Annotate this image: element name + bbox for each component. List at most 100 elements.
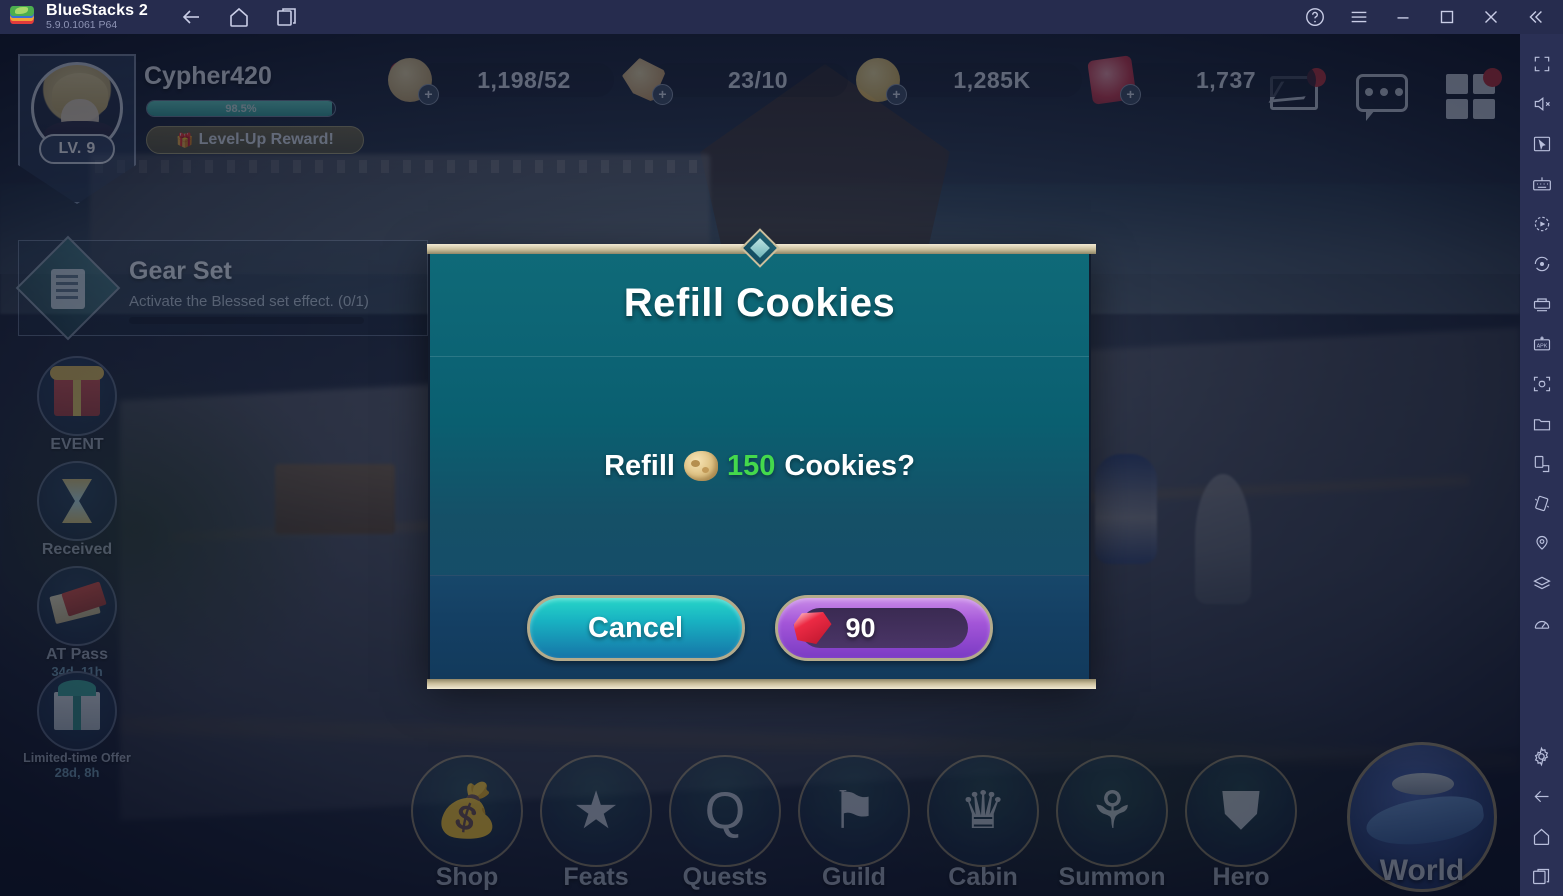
svg-text:APK: APK [1536,343,1547,349]
record-tool[interactable] [1520,244,1563,284]
nav-cabin-label: Cabin [948,863,1018,891]
performance-tool[interactable] [1520,604,1563,644]
nav-cabin[interactable]: ♛ Cabin [920,755,1046,892]
app-version: 5.9.0.1061 P64 [46,19,118,32]
at-pass-item[interactable]: AT Pass 34d, 11h [22,566,132,679]
level-up-reward-button[interactable]: 🎁 Level-Up Reward! [146,126,364,154]
android-home-tool[interactable] [1520,816,1563,856]
summon-icon: ⚘ [1056,755,1168,867]
refill-cookies-dialog: Refill Cookies Refill 150 Cookies? Cance… [427,228,1096,689]
titlebar-text: BlueStacks 2 5.9.0.1061 P64 [46,1,149,32]
world-button[interactable]: World [1344,742,1500,892]
cookie-icon [683,451,718,481]
multi-instance-tool[interactable] [1520,284,1563,324]
world-button-label: World [1379,854,1465,887]
nav-guild[interactable]: ⚑ Guild [791,755,917,892]
dialog-message-suffix: Cookies? [784,449,915,482]
titlebar-nav-buttons [174,3,304,31]
dialog-footer: Cancel 90 [430,575,1089,680]
screenshot-tool[interactable] [1520,364,1563,404]
app-name: BlueStacks 2 [46,1,149,19]
nav-hero-label: Hero [1212,863,1270,891]
arrows-currency[interactable]: + 23/10 [622,58,848,105]
dialog-bottom-border [427,679,1096,689]
dialog-message-prefix: Refill [604,449,675,482]
nav-shop-label: Shop [435,863,499,891]
player-level-badge: LV. 9 [39,134,115,164]
chat-icon[interactable] [1354,70,1410,121]
maximize-button[interactable] [1427,1,1467,33]
help-button[interactable] [1295,1,1335,33]
level-up-reward-label: Level-Up Reward! [198,131,334,148]
gold-currency[interactable]: + 1,285K [856,58,1082,105]
macro-recorder-tool[interactable] [1520,204,1563,244]
gear-set-title: Gear Set [129,257,232,285]
received-item[interactable]: Received [22,461,132,566]
close-button[interactable] [1471,1,1511,33]
nav-summon[interactable]: ⚘ Summon [1049,755,1175,892]
bluestacks-window: LV. 9 Cypher420 98.5% 🎁 Level-Up Reward!… [0,0,1563,896]
cookies-pill: 1,198/52 [418,63,614,97]
media-manager-tool[interactable] [1520,404,1563,444]
player-card[interactable]: LV. 9 Cypher420 98.5% 🎁 Level-Up Reward! [18,48,418,208]
bluestacks-logo-icon [9,5,35,29]
gems-currency[interactable]: + 1,737 [1087,55,1316,105]
limited-time-offer-item[interactable]: Limited-time Offer 28d, 8h [22,671,132,780]
android-recents-tool[interactable] [1520,856,1563,896]
collapse-sidebar-button[interactable] [1515,1,1555,33]
nav-summon-label: Summon [1058,863,1166,891]
shake-tool[interactable] [1520,484,1563,524]
nav-feats[interactable]: ★ Feats [533,755,659,892]
limited-time-offer-timer: 28d, 8h [54,765,100,780]
mute-tool[interactable] [1520,84,1563,124]
dialog-title: Refill Cookies [623,280,896,325]
shop-icon: 💰 [411,755,523,867]
gear-set-banner[interactable]: Gear Set Activate the Blessed set effect… [15,235,428,341]
rotate-tool[interactable] [1520,444,1563,484]
cancel-button-label: Cancel [587,611,684,644]
ruby-gem-icon [793,612,832,644]
layers-tool[interactable] [1520,564,1563,604]
keyboard-controls-tool[interactable] [1520,164,1563,204]
event-item[interactable]: EVENT [22,356,132,461]
back-button[interactable] [174,3,208,31]
settings-tool[interactable] [1520,736,1563,776]
cursor-tool[interactable] [1520,124,1563,164]
nav-shop[interactable]: 💰 Shop [404,755,530,892]
limited-time-offer-label: Limited-time Offer [23,751,131,765]
arrows-add-button[interactable]: + [652,84,673,105]
player-name: Cypher420 [144,62,272,90]
currency-bar: + 1,198/52 + 23/10 + 1,285K + 1,737 [388,55,1324,105]
install-apk-tool[interactable]: APK [1520,324,1563,364]
home-button[interactable] [222,3,256,31]
location-tool[interactable] [1520,524,1563,564]
nav-quests[interactable]: Q Quests [662,755,788,892]
bluestacks-toolbar: APK [1520,34,1563,896]
cookies-add-button[interactable]: + [418,84,439,105]
cancel-button[interactable]: Cancel [526,595,745,661]
bottom-navigation: 💰 Shop ★ Feats Q Quests ⚑ Guild ♛ Cabin … [404,755,1304,892]
xp-bar-label: 98.5% [225,102,257,115]
cookies-value: 1,198/52 [477,66,571,93]
menu-grid-icon[interactable] [1442,68,1502,120]
android-back-tool[interactable] [1520,776,1563,816]
nav-guild-label: Guild [822,863,886,891]
gold-add-button[interactable]: + [886,84,907,105]
cookies-currency[interactable]: + 1,198/52 [388,58,614,105]
titlebar: BlueStacks 2 5.9.0.1061 P64 [0,0,1563,34]
hamburger-icon[interactable] [1339,1,1379,33]
dialog-header: Refill Cookies [430,250,1089,357]
nav-hero[interactable]: ⛊ Hero [1178,755,1304,892]
guild-icon: ⚑ [798,755,910,867]
fullscreen-tool[interactable] [1520,44,1563,84]
gems-pill: 1,737 [1120,63,1316,97]
dialog-message: Refill 150 Cookies? [604,450,915,483]
gems-add-button[interactable]: + [1120,84,1141,105]
feats-icon: ★ [540,755,652,867]
recent-apps-button[interactable] [270,3,304,31]
gold-pill: 1,285K [886,63,1082,97]
confirm-purchase-button[interactable]: 90 [774,595,993,661]
window-controls [1295,1,1563,33]
minimize-button[interactable] [1383,1,1423,33]
nav-feats-label: Feats [563,863,629,891]
